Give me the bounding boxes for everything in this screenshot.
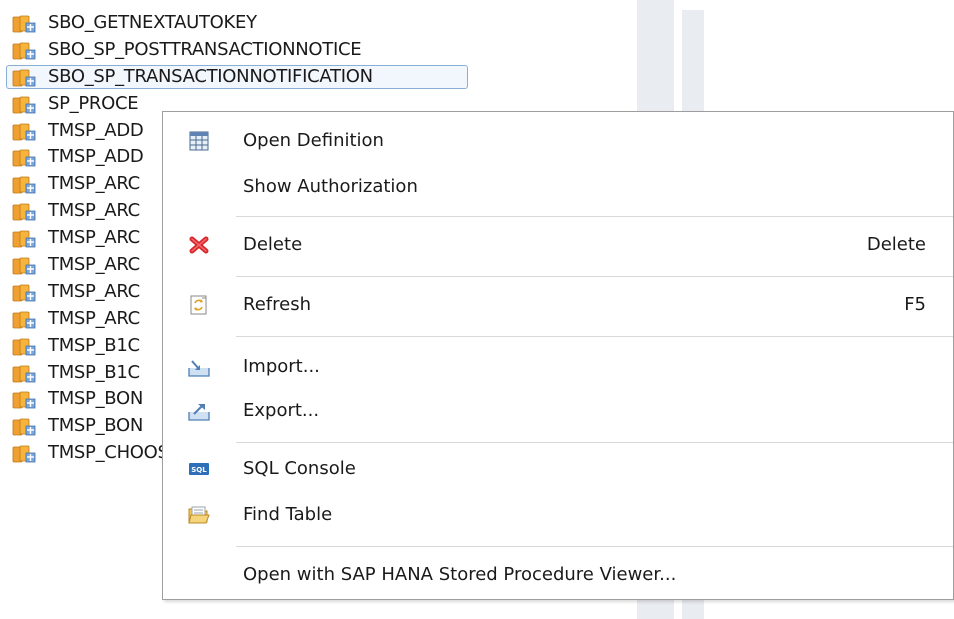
menu-item-label: Refresh	[243, 294, 311, 315]
tree-item-label: TMSP_BON	[48, 388, 144, 410]
sql-icon-text: SQL	[191, 466, 207, 474]
tree-item-label: TMSP_ARC	[48, 200, 140, 222]
export-icon	[188, 404, 210, 421]
procedure-icon	[12, 418, 36, 436]
sql-console-icon: SQL	[189, 463, 209, 475]
procedure-icon	[12, 96, 36, 114]
tree-item-label: TMSP_ADD	[48, 119, 144, 141]
menu-item-label: Open Definition	[243, 130, 384, 151]
procedure-icon	[12, 69, 36, 87]
menu-item-label: SQL Console	[243, 458, 356, 479]
context-menu: Open Definition Show Authorization Delet…	[162, 111, 954, 600]
menu-separator	[236, 442, 953, 443]
tree-item[interactable]: SBO_GETNEXTAUTOKEY	[0, 10, 640, 37]
menu-item-label: Find Table	[243, 504, 333, 525]
tree-item-label: TMSP_ARC	[48, 280, 140, 302]
import-icon	[188, 360, 210, 377]
menu-separator	[236, 546, 953, 547]
procedure-icon	[12, 284, 36, 302]
procedure-icon	[12, 392, 36, 409]
tree-item-label: SBO_GETNEXTAUTOKEY	[48, 12, 257, 33]
tree-item-label: TMSP_B1C	[48, 361, 140, 383]
menu-item-label: Delete	[243, 234, 303, 255]
menu-item-label: Import...	[243, 356, 320, 377]
tree-item-label: TMSP_ARC	[48, 227, 140, 249]
table-definition-icon	[189, 131, 209, 151]
procedure-icon	[12, 230, 36, 248]
menu-item-shortcut: Delete	[866, 234, 926, 255]
tree-item-label: TMSP_ARC	[48, 173, 140, 195]
procedure-icon	[12, 365, 36, 382]
menu-item-sql-console[interactable]: SQL SQL Console	[163, 446, 953, 492]
folder-open-icon	[188, 506, 210, 524]
procedure-icon	[12, 338, 36, 356]
tree-item[interactable]: SBO_SP_POSTTRANSACTIONNOTICE	[0, 37, 640, 64]
menu-item-refresh[interactable]: Refresh F5	[163, 282, 953, 328]
tree-item-label: TMSP_BON	[48, 415, 144, 437]
tree-item-label: SP_PROCE	[48, 92, 139, 114]
menu-item-shortcut: F5	[904, 294, 926, 315]
procedure-icon	[12, 123, 36, 140]
delete-x-icon	[189, 236, 209, 254]
tree-item-label: TMSP_ADD	[48, 146, 144, 168]
tree-item-label: TMSP_B1C	[48, 334, 140, 356]
menu-separator	[236, 216, 953, 217]
tree-item-label: SBO_SP_POSTTRANSACTIONNOTICE	[48, 38, 362, 60]
refresh-icon	[190, 295, 207, 315]
procedure-icon	[12, 15, 36, 33]
menu-item-show-authorization[interactable]: Show Authorization	[163, 164, 953, 210]
procedure-icon	[12, 203, 36, 221]
procedure-icon	[12, 176, 36, 194]
menu-separator	[236, 276, 953, 277]
menu-item-export[interactable]: Export...	[163, 388, 953, 434]
menu-item-delete[interactable]: Delete Delete	[163, 222, 953, 268]
tree-item-label: TMSP_ARC	[48, 307, 140, 329]
tree-item-label: SBO_SP_TRANSACTIONNOTIFICATION	[48, 65, 373, 87]
tree-item-label: TMSP_ARC	[48, 254, 140, 276]
procedure-icon	[12, 42, 36, 60]
menu-item-open-definition[interactable]: Open Definition	[163, 118, 953, 164]
menu-item-label: Export...	[243, 400, 320, 421]
procedure-icon	[12, 257, 36, 275]
menu-item-find-table[interactable]: Find Table	[163, 492, 953, 538]
menu-item-import[interactable]: Import...	[163, 344, 953, 390]
menu-item-open-with-viewer[interactable]: Open with SAP HANA Stored Procedure View…	[163, 552, 953, 598]
procedure-icon	[12, 445, 36, 463]
tree-item-selected[interactable]: SBO_SP_TRANSACTIONNOTIFICATION	[0, 64, 640, 91]
menu-item-label: Show Authorization	[243, 176, 418, 197]
procedure-icon	[12, 150, 36, 167]
procedure-icon	[12, 311, 36, 329]
menu-separator	[236, 336, 953, 337]
menu-item-label: Open with SAP HANA Stored Procedure View…	[243, 564, 677, 585]
